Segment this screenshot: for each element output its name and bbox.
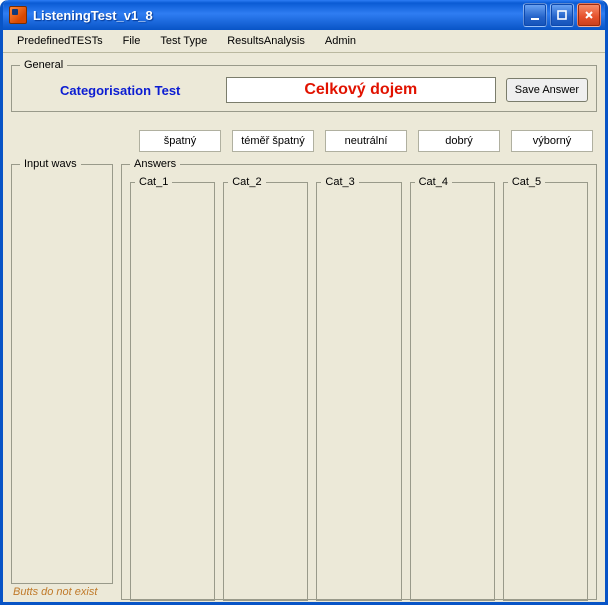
- answer-column-2-label: Cat_2: [228, 176, 265, 188]
- answer-column-4-label: Cat_4: [415, 176, 452, 188]
- general-legend: General: [20, 59, 67, 71]
- answer-column-3-label: Cat_3: [321, 176, 358, 188]
- close-button[interactable]: [577, 3, 601, 27]
- menu-predefined-tests[interactable]: PredefinedTESTs: [7, 32, 113, 50]
- answer-column-1: Cat_1: [130, 176, 215, 601]
- category-button-row: špatný téměř špatný neutrální dobrý výbo…: [11, 130, 593, 152]
- menu-test-type[interactable]: Test Type: [150, 32, 217, 50]
- menu-results-analysis[interactable]: ResultsAnalysis: [217, 32, 315, 50]
- input-wavs-legend: Input wavs: [20, 158, 81, 170]
- category-button-3[interactable]: neutrální: [325, 130, 407, 152]
- menubar: PredefinedTESTs File Test Type ResultsAn…: [3, 30, 605, 53]
- menu-admin[interactable]: Admin: [315, 32, 366, 50]
- general-group: General Categorisation Test Save Answer: [11, 59, 597, 112]
- category-button-2[interactable]: téměř špatný: [232, 130, 314, 152]
- answers-panel: Answers Cat_1 Cat_2 Cat_3 Cat_4: [121, 158, 597, 584]
- answer-column-3: Cat_3: [316, 176, 401, 601]
- impression-input[interactable]: [226, 77, 496, 103]
- input-wavs-group: Input wavs: [11, 158, 113, 584]
- app-window: ListeningTest_v1_8 PredefinedTESTs File …: [0, 0, 608, 605]
- answers-group: Answers Cat_1 Cat_2 Cat_3 Cat_4: [121, 158, 597, 600]
- category-button-1[interactable]: špatný: [139, 130, 221, 152]
- client-area: General Categorisation Test Save Answer …: [3, 53, 605, 602]
- window-title: ListeningTest_v1_8: [33, 8, 153, 23]
- answer-column-5-label: Cat_5: [508, 176, 545, 188]
- status-text: Butts do not exist: [11, 584, 597, 598]
- app-icon: [9, 6, 27, 24]
- window-buttons: [523, 3, 601, 27]
- minimize-icon: [529, 9, 541, 21]
- input-wavs-panel: Input wavs: [11, 158, 113, 584]
- category-button-5[interactable]: výborný: [511, 130, 593, 152]
- answer-column-2: Cat_2: [223, 176, 308, 601]
- minimize-button[interactable]: [523, 3, 547, 27]
- titlebar: ListeningTest_v1_8: [3, 0, 605, 30]
- maximize-button[interactable]: [550, 3, 574, 27]
- menu-file[interactable]: File: [113, 32, 151, 50]
- maximize-icon: [556, 9, 568, 21]
- answer-column-5: Cat_5: [503, 176, 588, 601]
- categorisation-test-label: Categorisation Test: [60, 83, 180, 98]
- answer-column-4: Cat_4: [410, 176, 495, 601]
- answers-legend: Answers: [130, 158, 180, 170]
- save-answer-button[interactable]: Save Answer: [506, 78, 588, 102]
- category-button-4[interactable]: dobrý: [418, 130, 500, 152]
- close-icon: [583, 9, 595, 21]
- answer-column-1-label: Cat_1: [135, 176, 172, 188]
